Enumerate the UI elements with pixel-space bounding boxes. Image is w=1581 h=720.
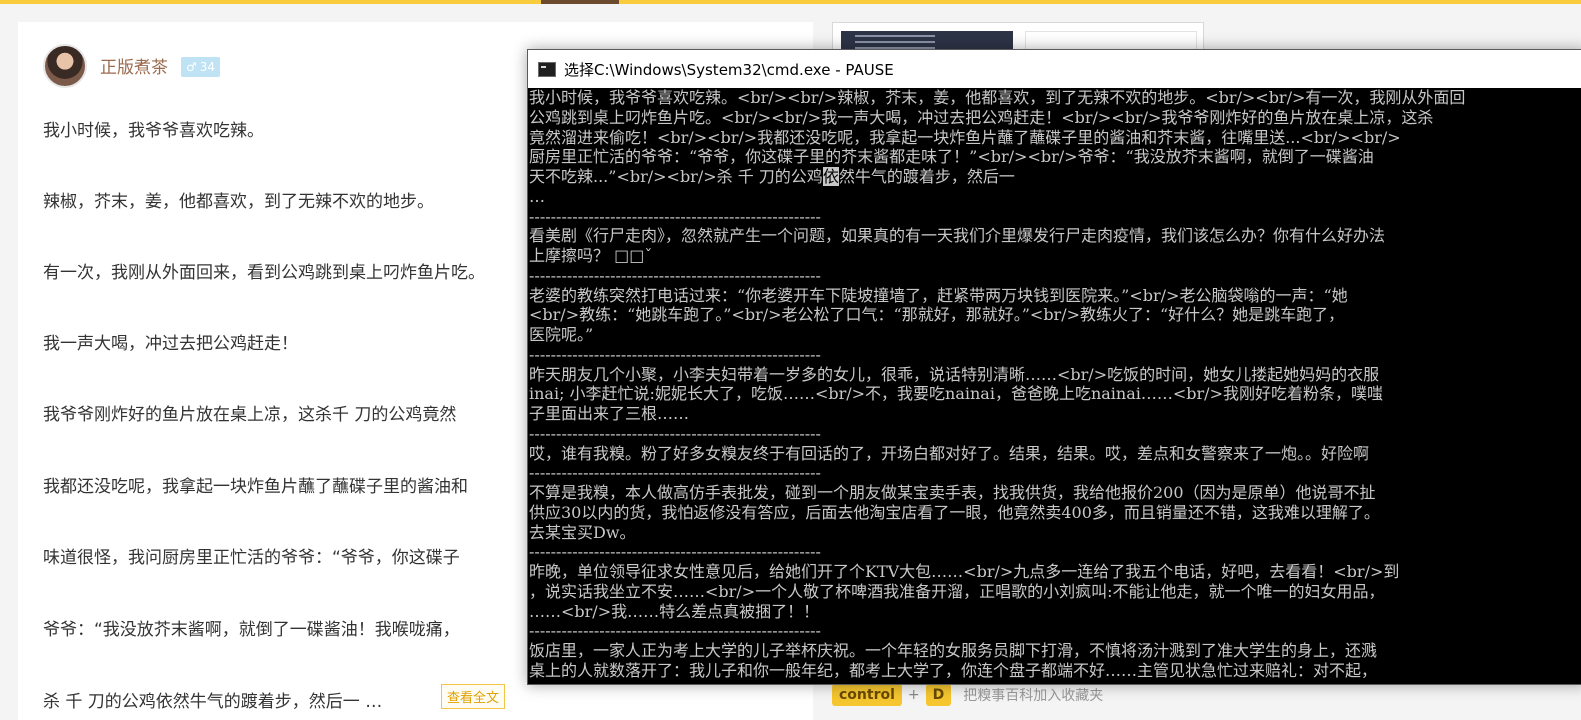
console-line: 昨天朋友几个小聚，小李夫妇带着一岁多的女儿，很乖，说话特别清晰……<br/>吃饭… (529, 364, 1380, 384)
console-line: 昨晚，单位领导征求女性意见后，给她们开了个KTV大包……<br/>九点多一连给了… (529, 562, 1400, 581)
console-separator: ----------------------------------------… (529, 423, 821, 443)
article-paragraph: 我一声大喝，冲过去把公鸡赶走！ (43, 334, 298, 354)
console-line: inai; 小李赶忙说:妮妮长大了，吃饭……<br/>不，我要吃nainai，爸… (529, 384, 1383, 404)
cmd-window-title: 选择C:\Windows\System32\cmd.exe - PAUSE (564, 60, 894, 79)
console-separator: ----------------------------------------… (529, 344, 821, 364)
console-line: 厨房里正忙活的爷爷：“爷爷，你这碟子里的芥末酱都走味了！”<br/><br/>爷… (529, 147, 1374, 167)
console-line: 竟然溜进来偷吃！<br/><br/>我都还没吃呢，我拿起一块炸鱼片蘸了蘸碟子里的… (529, 127, 1401, 147)
console-line: 供应30以内的货，我怕返修没有答应，后面去他淘宝店看了一眼，他竟然卖400多，而… (529, 502, 1380, 522)
article-paragraph: 辣椒，芥末，姜，他都喜欢，到了无辣不欢的地步。 (43, 192, 434, 212)
console-line: 上摩擦吗？ □□ˇ (529, 246, 653, 265)
console-separator: ----------------------------------------… (529, 542, 821, 562)
console-separator: ----------------------------------------… (529, 621, 821, 641)
console-line: 老婆的教练突然打电话过来：“你老婆开车下陡坡撞墙了，赶紧带两万块钱到医院来。”<… (529, 285, 1348, 305)
console-line-with-selection: 天不吃辣...”<br/><br/>杀 千 刀的公鸡依然牛气的踱着步，然后一 (529, 167, 1581, 187)
console-line: 子里面出来了三根…… (529, 404, 690, 423)
console-line-tail: 然牛气的踱着步，然后一 (838, 167, 1015, 186)
cmd-window[interactable]: 选择C:\Windows\System32\cmd.exe - PAUSE 我小… (527, 49, 1581, 685)
control-key: control (832, 684, 902, 706)
console-line-head: 天不吃辣...”<br/><br/>杀 千 刀的公鸡 (529, 167, 823, 186)
console-icon (538, 61, 556, 77)
d-key: D (925, 684, 952, 706)
top-accent-bar-active (541, 0, 619, 4)
article-paragraph: 杀 千 刀的公鸡依然牛气的踱着步，然后一 … (43, 692, 383, 712)
console-separator: ----------------------------------------… (529, 206, 821, 226)
console-line: … (529, 186, 545, 206)
console-line: 医院呢。” (529, 325, 594, 344)
article-paragraph: 爷爷：“我没放芥末酱啊，就倒了一碟酱油！我喉咙痛， (43, 620, 460, 640)
top-accent-bar (0, 0, 1581, 4)
male-icon: ♂ (186, 60, 197, 74)
console-separator: ----------------------------------------… (529, 463, 821, 483)
console-line: 不算是我糗，本人做高仿手表批发，碰到一个朋友做某宝卖手表，找我供货，我给他报价2… (529, 483, 1376, 502)
article-paragraph: 有一次，我刚从外面回来，看到公鸡跳到桌上叼炸鱼片吃。 (43, 263, 485, 283)
article-paragraph: 我爷爷刚炸好的鱼片放在桌上凉，这杀千 刀的公鸡竟然 (43, 405, 457, 425)
badge-count: 34 (199, 60, 216, 74)
article-paragraph: 我小时候，我爷爷喜欢吃辣。 (43, 121, 264, 141)
console-line: ……<br/>我……特么差点真被捆了！！ (529, 601, 820, 621)
read-more-button[interactable]: 查看全文 (441, 684, 506, 709)
article-paragraph: 味道很怪，我问厨房里正忙活的爷爷：“爷爷，你这碟子 (43, 548, 460, 568)
author-gender-age-badge: ♂ 34 (181, 57, 221, 77)
console-line: 我小时候，我爷爷喜欢吃辣。<br/><br/>辣椒，芥末，姜，他都喜欢，到了无辣… (529, 88, 1466, 107)
console-line: 哎，谁有我糗。粉了好多女糗友终于有回话的了，开场白都对好了。结果，结果。哎，差点… (529, 443, 1370, 463)
plus-sign: + (907, 687, 920, 703)
console-line: 公鸡跳到桌上叼炸鱼片吃。<br/><br/>我一声大喝，冲过去把公鸡赶走！<br… (529, 107, 1434, 127)
article-paragraph: 我都还没吃呢，我拿起一块炸鱼片蘸了蘸碟子里的酱油和 (43, 477, 468, 497)
author-name[interactable]: 正版煮茶 (100, 53, 168, 78)
console-line: 看美剧《行尸走肉》，忽然就产生一个问题，如果真的有一天我们介里爆发行尸走肉疫情，… (529, 226, 1386, 246)
console-line: 饭店里，一家人正为考上大学的儿子举杯庆祝。一个年轻的女服务员脚下打滑，不慎将汤汁… (529, 641, 1378, 660)
console-output[interactable]: 我小时候，我爷爷喜欢吃辣。<br/><br/>辣椒，芥末，姜，他都喜欢，到了无辣… (529, 88, 1581, 684)
console-selection-cursor: 依 (822, 167, 839, 186)
console-line: 桌上的人就数落开了：我儿子和你一般年纪，都考上大学了，你连个盘子都端不好……主管… (529, 660, 1378, 680)
cmd-titlebar[interactable]: 选择C:\Windows\System32\cmd.exe - PAUSE (528, 50, 1581, 88)
console-line: 去某宝买Dw。 (529, 522, 636, 542)
author-avatar[interactable] (43, 44, 87, 88)
bookmark-shortcut-hint: control + D 把糗事百科加入收藏夹 (832, 684, 1103, 706)
console-line: <br/>教练：“她跳车跑了。”<br/>老公松了口气：“那就好，那就好。”<b… (529, 305, 1345, 325)
console-line: ，说实话我坐立不安……<br/>一个人敬了杯啤酒我准备开溜，正唱歌的小刘疯叫:不… (529, 581, 1385, 601)
console-separator: ----------------------------------------… (529, 265, 821, 285)
bookmark-hint-text: 把糗事百科加入收藏夹 (963, 688, 1104, 704)
sidebar-thumbnail-strip[interactable] (832, 22, 1204, 53)
